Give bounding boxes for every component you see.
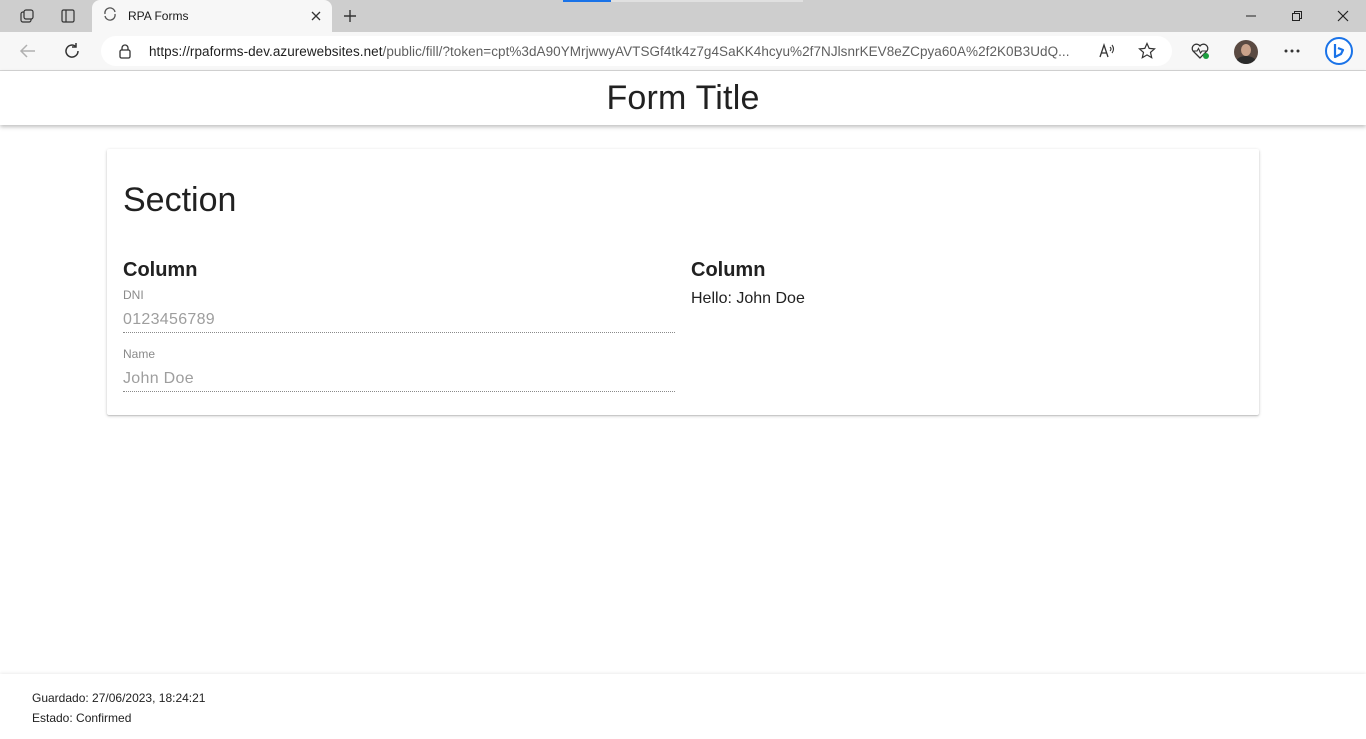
star-icon[interactable]	[1137, 41, 1157, 61]
close-tab-icon[interactable]	[308, 8, 324, 24]
bing-icon[interactable]	[1322, 36, 1356, 66]
url-host: https://rpaforms-dev.azurewebsites.net	[149, 44, 383, 59]
column-right: Column Hello: John Doe	[691, 259, 1243, 308]
lock-icon[interactable]	[117, 43, 133, 59]
new-tab-button[interactable]	[338, 4, 362, 28]
tab-rpa-forms[interactable]: RPA Forms	[92, 0, 332, 32]
status-text: Estado: Confirmed	[32, 711, 132, 725]
dni-field[interactable]: DNI 0123456789	[123, 288, 675, 333]
browser-toolbar: https://rpaforms-dev.azurewebsites.net/p…	[0, 32, 1366, 71]
dni-label: DNI	[123, 288, 144, 302]
name-input[interactable]: John Doe	[123, 365, 675, 392]
form-section-card: Section Column DNI 0123456789 Name John …	[107, 149, 1259, 415]
refresh-icon[interactable]	[57, 36, 87, 66]
address-bar[interactable]: https://rpaforms-dev.azurewebsites.net/p…	[101, 36, 1172, 66]
close-window-button[interactable]	[1320, 0, 1366, 32]
read-aloud-icon[interactable]	[1097, 41, 1117, 61]
workspaces-icon[interactable]	[4, 0, 50, 32]
heart-pulse-icon[interactable]	[1185, 36, 1215, 66]
browser-tab-bar: RPA Forms	[0, 0, 1366, 32]
section-title: Section	[123, 181, 237, 219]
more-icon[interactable]	[1277, 36, 1307, 66]
status-footer: Guardado: 27/06/2023, 18:24:21 Estado: C…	[0, 674, 1366, 739]
form-title: Form Title	[606, 78, 760, 117]
url-text[interactable]: https://rpaforms-dev.azurewebsites.net/p…	[149, 44, 1084, 59]
restore-button[interactable]	[1274, 0, 1320, 32]
back-arrow-icon[interactable]	[13, 36, 43, 66]
column-title: Column	[123, 259, 198, 281]
loading-track	[611, 0, 803, 2]
column-left: Column DNI 0123456789 Name John Doe	[123, 259, 675, 392]
tab-title: RPA Forms	[128, 9, 189, 23]
greeting-text: Hello: John Doe	[691, 290, 805, 307]
saved-timestamp: Guardado: 27/06/2023, 18:24:21	[32, 691, 206, 705]
dni-input[interactable]: 0123456789	[123, 306, 675, 333]
minimize-button[interactable]	[1228, 0, 1274, 32]
form-header: Form Title	[0, 71, 1366, 125]
name-field[interactable]: Name John Doe	[123, 347, 675, 392]
loading-icon	[102, 6, 118, 27]
loading-indicator	[563, 0, 611, 2]
page: Form Title Section Column DNI 0123456789…	[0, 71, 1366, 739]
name-label: Name	[123, 347, 156, 361]
tab-actions-icon[interactable]	[45, 0, 91, 32]
column-title: Column	[691, 259, 766, 281]
profile-avatar[interactable]	[1234, 40, 1258, 64]
url-path: /public/fill/?token=cpt%3dA90YMrjwwyAVTS…	[382, 44, 1070, 59]
